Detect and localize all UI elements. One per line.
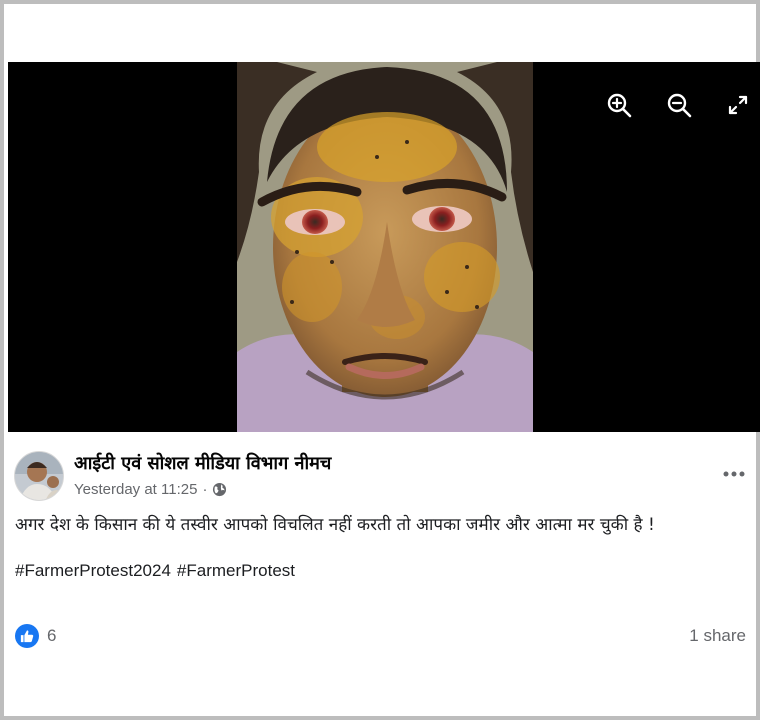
fullscreen-icon[interactable] bbox=[723, 90, 753, 120]
media-viewer[interactable] bbox=[8, 62, 760, 432]
portrait-image bbox=[237, 62, 533, 432]
reactions-summary[interactable]: 6 bbox=[15, 624, 56, 648]
post-card: आईटी एवं सोशल मीडिया विभाग नीमच Yesterda… bbox=[0, 0, 760, 720]
share-count[interactable]: 1 share bbox=[689, 626, 746, 646]
meta-separator: · bbox=[202, 480, 208, 498]
like-reaction-icon bbox=[15, 624, 39, 648]
post-hashtags: #FarmerProtest2024 #FarmerProtest bbox=[15, 561, 295, 581]
globe-icon[interactable] bbox=[212, 482, 227, 497]
avatar[interactable] bbox=[14, 451, 64, 501]
more-horizontal-icon[interactable] bbox=[718, 462, 750, 486]
reaction-count: 6 bbox=[47, 626, 57, 645]
post-photo[interactable] bbox=[237, 62, 533, 432]
hashtag-link[interactable]: #FarmerProtest2024 bbox=[15, 561, 171, 581]
zoom-out-icon[interactable] bbox=[664, 90, 694, 120]
zoom-in-icon[interactable] bbox=[604, 90, 634, 120]
post-meta: Yesterday at 11:25 · bbox=[74, 480, 227, 498]
post-author-name[interactable]: आईटी एवं सोशल मीडिया विभाग नीमच bbox=[74, 451, 331, 475]
profile-picture bbox=[15, 452, 63, 500]
hashtag-link[interactable]: #FarmerProtest bbox=[177, 561, 295, 581]
post-text: अगर देश के किसान की ये तस्वीर आपको विचलि… bbox=[15, 515, 655, 535]
post-timestamp[interactable]: Yesterday at 11:25 bbox=[74, 481, 197, 498]
